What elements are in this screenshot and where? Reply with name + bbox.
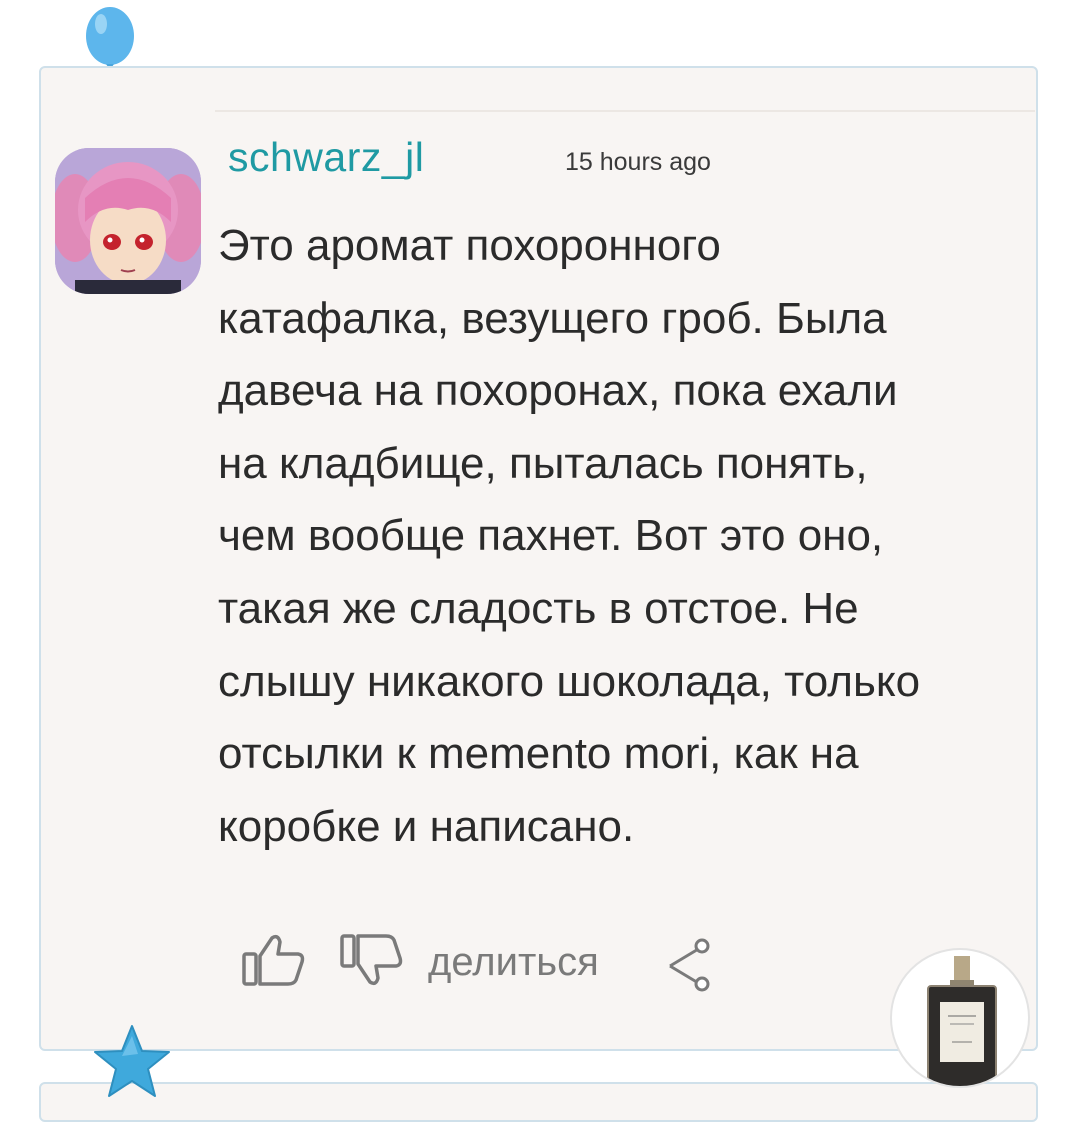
comment-text: Это аромат похоронного катафалка, везуще… xyxy=(218,210,1018,863)
next-comment-card xyxy=(39,1082,1038,1122)
comment-line: отсылки к memento mori, как на xyxy=(218,729,859,779)
star-icon xyxy=(94,1025,170,1097)
comment-line: катафалка, везущего гроб. Была xyxy=(218,293,887,343)
comment-line: давеча на похоронах, пока ехали xyxy=(218,366,898,416)
divider xyxy=(215,110,1035,112)
username[interactable]: schwarz_jl xyxy=(228,134,424,181)
comment-line: чем вообще пахнет. Вот это оно, xyxy=(218,511,884,561)
comment-line: такая же сладость в отстое. Не xyxy=(218,583,859,633)
avatar[interactable] xyxy=(55,148,201,294)
timestamp: 15 hours ago xyxy=(565,148,711,176)
comment-line: слышу никакого шоколада, только xyxy=(218,656,921,706)
perfume-badge[interactable] xyxy=(890,948,1030,1088)
perfume-bottle-icon xyxy=(927,956,997,1086)
comment-line: на кладбище, пыталась понять, xyxy=(218,438,868,488)
share-button[interactable]: делиться xyxy=(428,940,599,985)
thumbs-down-icon[interactable] xyxy=(336,930,408,990)
thumbs-up-icon[interactable] xyxy=(238,930,310,990)
share-icon[interactable] xyxy=(658,936,714,992)
comment-line: коробке и написано. xyxy=(218,801,635,851)
comment-line: Это аромат похоронного xyxy=(218,221,721,270)
